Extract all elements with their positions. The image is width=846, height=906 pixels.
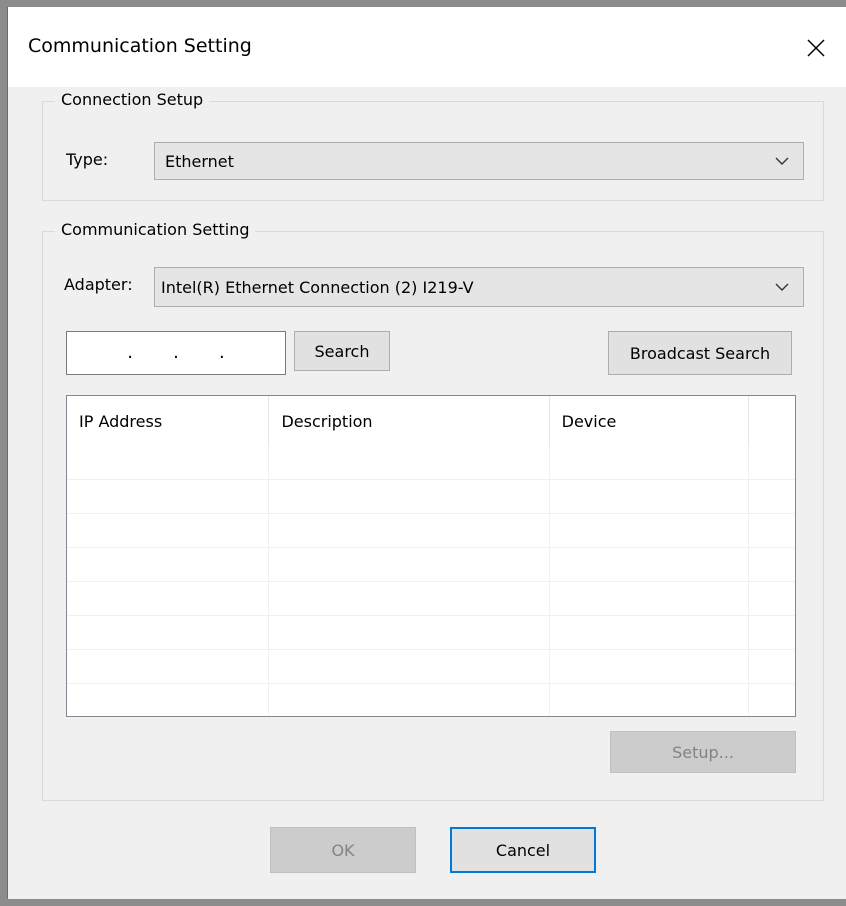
cancel-button[interactable]: Cancel [450, 827, 596, 873]
adapter-label: Adapter: [64, 275, 133, 294]
table-row[interactable] [67, 616, 795, 650]
ok-button[interactable]: OK [270, 827, 416, 873]
table-row[interactable] [67, 514, 795, 548]
table-cell [269, 446, 550, 479]
table-cell [269, 684, 550, 716]
title-bar: Communication Setting [8, 7, 846, 87]
table-cell [67, 650, 270, 683]
table-row[interactable] [67, 650, 795, 684]
device-list-table[interactable]: IP Address Description Device [66, 395, 796, 717]
table-cell [67, 582, 270, 615]
table-cell [67, 548, 270, 581]
table-row[interactable] [67, 480, 795, 514]
table-cell [550, 582, 750, 615]
table-cell [749, 650, 795, 683]
table-cell [749, 480, 795, 513]
table-cell [67, 514, 270, 547]
table-cell [269, 650, 550, 683]
table-cell [550, 446, 750, 479]
table-cell [67, 684, 270, 716]
communication-setting-label: Communication Setting [55, 220, 256, 239]
table-cell [269, 582, 550, 615]
setup-button[interactable]: Setup... [610, 731, 796, 773]
ip-separator: . [173, 342, 179, 363]
table-cell [550, 684, 750, 716]
adapter-dropdown-value: Intel(R) Ethernet Connection (2) I219-V [161, 277, 474, 297]
table-cell [269, 548, 550, 581]
table-cell [749, 446, 795, 479]
type-dropdown[interactable]: Ethernet [154, 142, 804, 180]
window-title: Communication Setting [28, 35, 252, 57]
column-device[interactable]: Device [550, 396, 750, 446]
type-label: Type: [66, 150, 109, 169]
table-cell [749, 514, 795, 547]
table-cell [749, 616, 795, 649]
ip-separator: . [127, 342, 133, 363]
chevron-down-icon [775, 157, 789, 165]
table-cell [749, 582, 795, 615]
adapter-dropdown[interactable]: Intel(R) Ethernet Connection (2) I219-V [154, 267, 804, 307]
table-cell [67, 480, 270, 513]
dialog-window: Communication Setting Connection Setup T… [7, 7, 846, 899]
ip-separator: . [219, 342, 225, 363]
type-dropdown-value: Ethernet [165, 151, 234, 171]
close-button[interactable] [796, 31, 836, 65]
connection-setup-label: Connection Setup [55, 90, 210, 109]
table-cell [749, 684, 795, 716]
column-blank[interactable] [749, 396, 795, 446]
table-cell [269, 514, 550, 547]
ip-address-input[interactable]: . . . [66, 331, 286, 375]
table-cell [67, 446, 270, 479]
table-body [67, 446, 795, 716]
table-cell [749, 548, 795, 581]
table-cell [550, 650, 750, 683]
table-cell [550, 480, 750, 513]
column-description[interactable]: Description [269, 396, 550, 446]
table-cell [269, 480, 550, 513]
table-cell [550, 616, 750, 649]
table-row[interactable] [67, 446, 795, 480]
table-cell [550, 514, 750, 547]
table-cell [269, 616, 550, 649]
column-ip-address[interactable]: IP Address [67, 396, 270, 446]
table-cell [67, 616, 270, 649]
table-cell [550, 548, 750, 581]
search-button[interactable]: Search [294, 331, 390, 371]
chevron-down-icon [775, 283, 789, 291]
broadcast-search-button[interactable]: Broadcast Search [608, 331, 792, 375]
close-icon [807, 39, 825, 57]
table-header: IP Address Description Device [67, 396, 795, 446]
table-row[interactable] [67, 582, 795, 616]
table-row[interactable] [67, 548, 795, 582]
table-row[interactable] [67, 684, 795, 716]
